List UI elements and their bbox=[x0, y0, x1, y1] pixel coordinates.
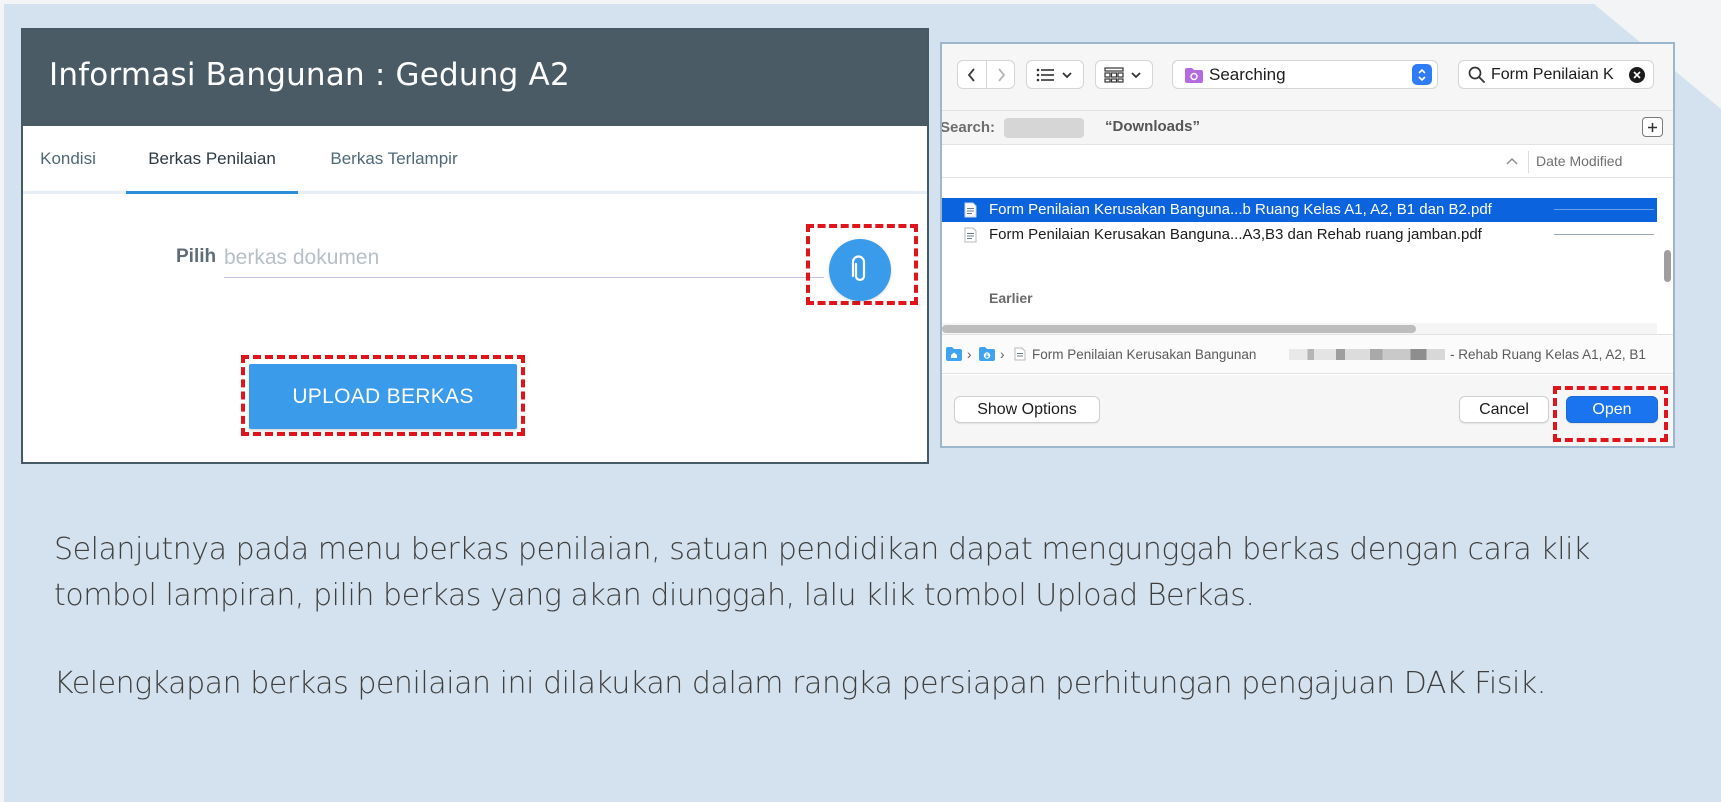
group-view-button[interactable] bbox=[1095, 60, 1153, 89]
add-criteria-button[interactable] bbox=[1642, 117, 1663, 137]
pdf-file-icon bbox=[1014, 347, 1026, 361]
column-header: Date Modified bbox=[942, 146, 1673, 178]
search-field[interactable] bbox=[1458, 60, 1654, 89]
file-name: Form Penilaian Kerusakan Banguna...A3,B3… bbox=[989, 226, 1482, 243]
path-file-name[interactable]: Form Penilaian Kerusakan Bangunan bbox=[1032, 347, 1256, 362]
scope-label: Search: bbox=[940, 119, 996, 136]
path-separator: › bbox=[967, 347, 972, 362]
path-separator: › bbox=[1000, 347, 1005, 362]
list-view-button[interactable] bbox=[1026, 60, 1084, 89]
cancel-button[interactable]: Cancel bbox=[1459, 396, 1549, 423]
clear-search-button[interactable] bbox=[1629, 67, 1645, 83]
active-tab-indicator bbox=[126, 191, 298, 194]
search-scope-bar: Search: “Downloads” bbox=[942, 110, 1673, 145]
upload-berkas-button[interactable]: UPLOAD BERKAS bbox=[249, 364, 517, 429]
smart-folder-icon bbox=[1185, 68, 1203, 83]
location-popup[interactable]: Searching bbox=[1172, 60, 1438, 89]
path-file-suffix: - Rehab Ruang Kelas A1, A2, B1 bbox=[1450, 347, 1646, 362]
horizontal-scrollbar[interactable] bbox=[942, 325, 1416, 333]
search-input[interactable] bbox=[1491, 63, 1627, 87]
file-date-placeholder bbox=[1554, 209, 1654, 210]
paperclip-icon bbox=[851, 255, 866, 282]
forward-button[interactable] bbox=[986, 60, 1015, 89]
show-options-button[interactable]: Show Options bbox=[954, 396, 1100, 423]
panel-title: Informasi Bangunan : Gedung A2 bbox=[23, 30, 927, 126]
tab-berkas-terlampir[interactable]: Berkas Terlampir bbox=[325, 126, 463, 194]
redacted-text bbox=[1289, 349, 1445, 360]
home-folder-icon[interactable] bbox=[946, 347, 962, 361]
tab-berkas-penilaian[interactable]: Berkas Penilaian bbox=[126, 126, 298, 194]
pdf-file-icon bbox=[964, 227, 977, 243]
group-earlier-label: Earlier bbox=[989, 290, 1033, 306]
tab-bar: Kondisi Berkas Penilaian Berkas Terlampi… bbox=[23, 126, 927, 194]
path-bar: › › Form Penilaian Kerusakan Bangunan - … bbox=[942, 334, 1673, 374]
pdf-file-icon bbox=[964, 202, 977, 218]
location-stepper[interactable] bbox=[1412, 64, 1432, 85]
up-down-chevron-icon bbox=[1418, 68, 1426, 81]
building-info-panel: Informasi Bangunan : Gedung A2 Kondisi B… bbox=[21, 28, 929, 464]
vertical-scrollbar[interactable] bbox=[1664, 250, 1671, 282]
grid-view-icon bbox=[1104, 66, 1141, 83]
scope-downloads-button[interactable]: “Downloads” bbox=[1105, 118, 1200, 135]
description-paragraph-1: Selanjutnya pada menu berkas penilaian, … bbox=[54, 532, 1590, 613]
file-date-placeholder bbox=[1554, 234, 1654, 235]
list-view-icon bbox=[1036, 68, 1072, 81]
sort-ascending-icon[interactable] bbox=[1506, 157, 1518, 165]
chevron-right-icon bbox=[997, 67, 1005, 82]
attach-button[interactable] bbox=[829, 239, 891, 301]
file-row[interactable]: Form Penilaian Kerusakan Banguna...A3,B3… bbox=[942, 223, 1657, 247]
search-icon bbox=[1468, 66, 1485, 83]
dialog-toolbar: Searching bbox=[942, 44, 1673, 110]
pilih-label: Pilih bbox=[176, 246, 217, 267]
file-name: Form Penilaian Kerusakan Banguna...b Rua… bbox=[989, 201, 1492, 218]
scope-this-mac-button[interactable] bbox=[1004, 118, 1084, 138]
column-divider bbox=[1528, 151, 1529, 173]
file-row[interactable]: Form Penilaian Kerusakan Banguna...b Rua… bbox=[942, 198, 1657, 222]
description-paragraph-2: Kelengkapan berkas penilaian ini dilakuk… bbox=[54, 666, 1546, 701]
location-label: Searching bbox=[1209, 65, 1286, 84]
back-button[interactable] bbox=[957, 60, 986, 89]
close-icon bbox=[1633, 71, 1641, 79]
date-modified-header[interactable]: Date Modified bbox=[1536, 153, 1622, 169]
open-highlight-box bbox=[1553, 386, 1668, 442]
downloads-folder-icon[interactable] bbox=[979, 347, 995, 361]
plus-icon bbox=[1648, 122, 1657, 132]
tab-kondisi[interactable]: Kondisi bbox=[40, 126, 96, 194]
chevron-left-icon bbox=[967, 67, 975, 82]
file-input[interactable] bbox=[224, 238, 824, 278]
